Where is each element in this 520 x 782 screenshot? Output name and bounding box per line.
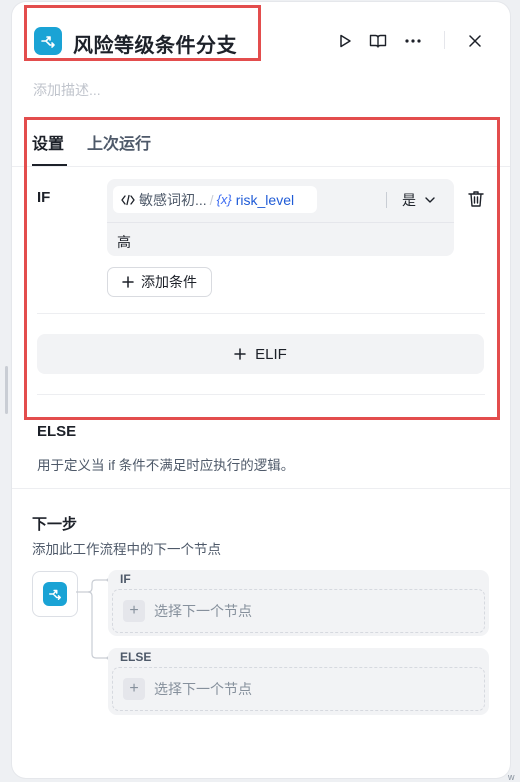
plus-icon: [122, 276, 134, 288]
tab-last-run[interactable]: 上次运行: [87, 130, 151, 154]
book-icon: [369, 34, 387, 48]
operator-divider: [386, 192, 387, 208]
branch-label: IF: [120, 572, 131, 586]
elif-divider: [37, 394, 485, 395]
branch-label: ELSE: [120, 650, 152, 664]
operator-value: 是: [402, 192, 416, 208]
add-elif-button[interactable]: ELIF: [37, 334, 484, 374]
chevron-down-icon: [425, 197, 435, 203]
tab-settings[interactable]: 设置: [32, 130, 64, 154]
path-separator: /: [209, 191, 214, 208]
trash-icon: [468, 191, 484, 207]
variable-name: risk_level: [235, 191, 295, 208]
source-node-name: 敏感词初...: [139, 191, 207, 208]
branch-icon: [43, 582, 67, 606]
run-button[interactable]: [334, 30, 356, 52]
delete-condition-button[interactable]: [466, 189, 486, 209]
description-input[interactable]: 添加描述...: [33, 80, 101, 100]
close-icon: [469, 35, 481, 47]
if-divider: [37, 313, 485, 314]
current-node-badge: [32, 571, 78, 617]
resize-handle[interactable]: [5, 366, 8, 414]
add-condition-label: 添加条件: [141, 274, 197, 290]
plus-icon: +: [123, 600, 145, 622]
condition-row: 敏感词初... / {x} risk_level 是 高: [107, 179, 454, 256]
select-next-node-button[interactable]: + 选择下一个节点: [112, 589, 485, 633]
else-title: ELSE: [37, 423, 77, 440]
tabs-divider: [12, 166, 510, 167]
elif-label: ELIF: [255, 345, 287, 363]
node-title[interactable]: 风险等级条件分支: [73, 29, 237, 58]
select-next-node-button[interactable]: + 选择下一个节点: [112, 667, 485, 711]
more-button[interactable]: [402, 30, 424, 52]
branch-connector: [76, 578, 110, 660]
panel-header: 风险等级条件分支 添加描述...: [12, 2, 510, 98]
else-branch: ELSE + 选择下一个节点: [108, 648, 489, 715]
condition-value-input[interactable]: 高: [117, 232, 131, 252]
variable-badge: {x}: [216, 192, 232, 207]
select-next-node-label: 选择下一个节点: [154, 603, 252, 619]
if-label: IF: [37, 189, 51, 206]
plus-icon: [234, 348, 246, 360]
next-step-title: 下一步: [32, 516, 78, 533]
close-button[interactable]: [464, 30, 486, 52]
code-icon: [121, 194, 135, 205]
plus-icon: +: [123, 678, 145, 700]
branch-icon: [34, 27, 62, 55]
header-divider: [444, 31, 445, 49]
else-description: 用于定义当 if 条件不满足时应执行的逻辑。: [37, 458, 295, 473]
operator-select[interactable]: 是: [402, 190, 435, 210]
play-icon: [340, 34, 351, 48]
condition-divider: [107, 222, 454, 223]
docs-button[interactable]: [367, 30, 389, 52]
next-step-description: 添加此工作流程中的下一个节点: [32, 542, 221, 557]
add-condition-button[interactable]: 添加条件: [107, 267, 212, 297]
variable-selector[interactable]: 敏感词初... / {x} risk_level: [113, 186, 317, 213]
more-icon: [405, 39, 421, 43]
section-divider: [12, 488, 510, 489]
node-config-panel: 风险等级条件分支 添加描述... 设置 上次运行 IF 敏感词初... / {x…: [12, 2, 510, 778]
select-next-node-label: 选择下一个节点: [154, 681, 252, 697]
if-branch: IF + 选择下一个节点: [108, 570, 489, 636]
